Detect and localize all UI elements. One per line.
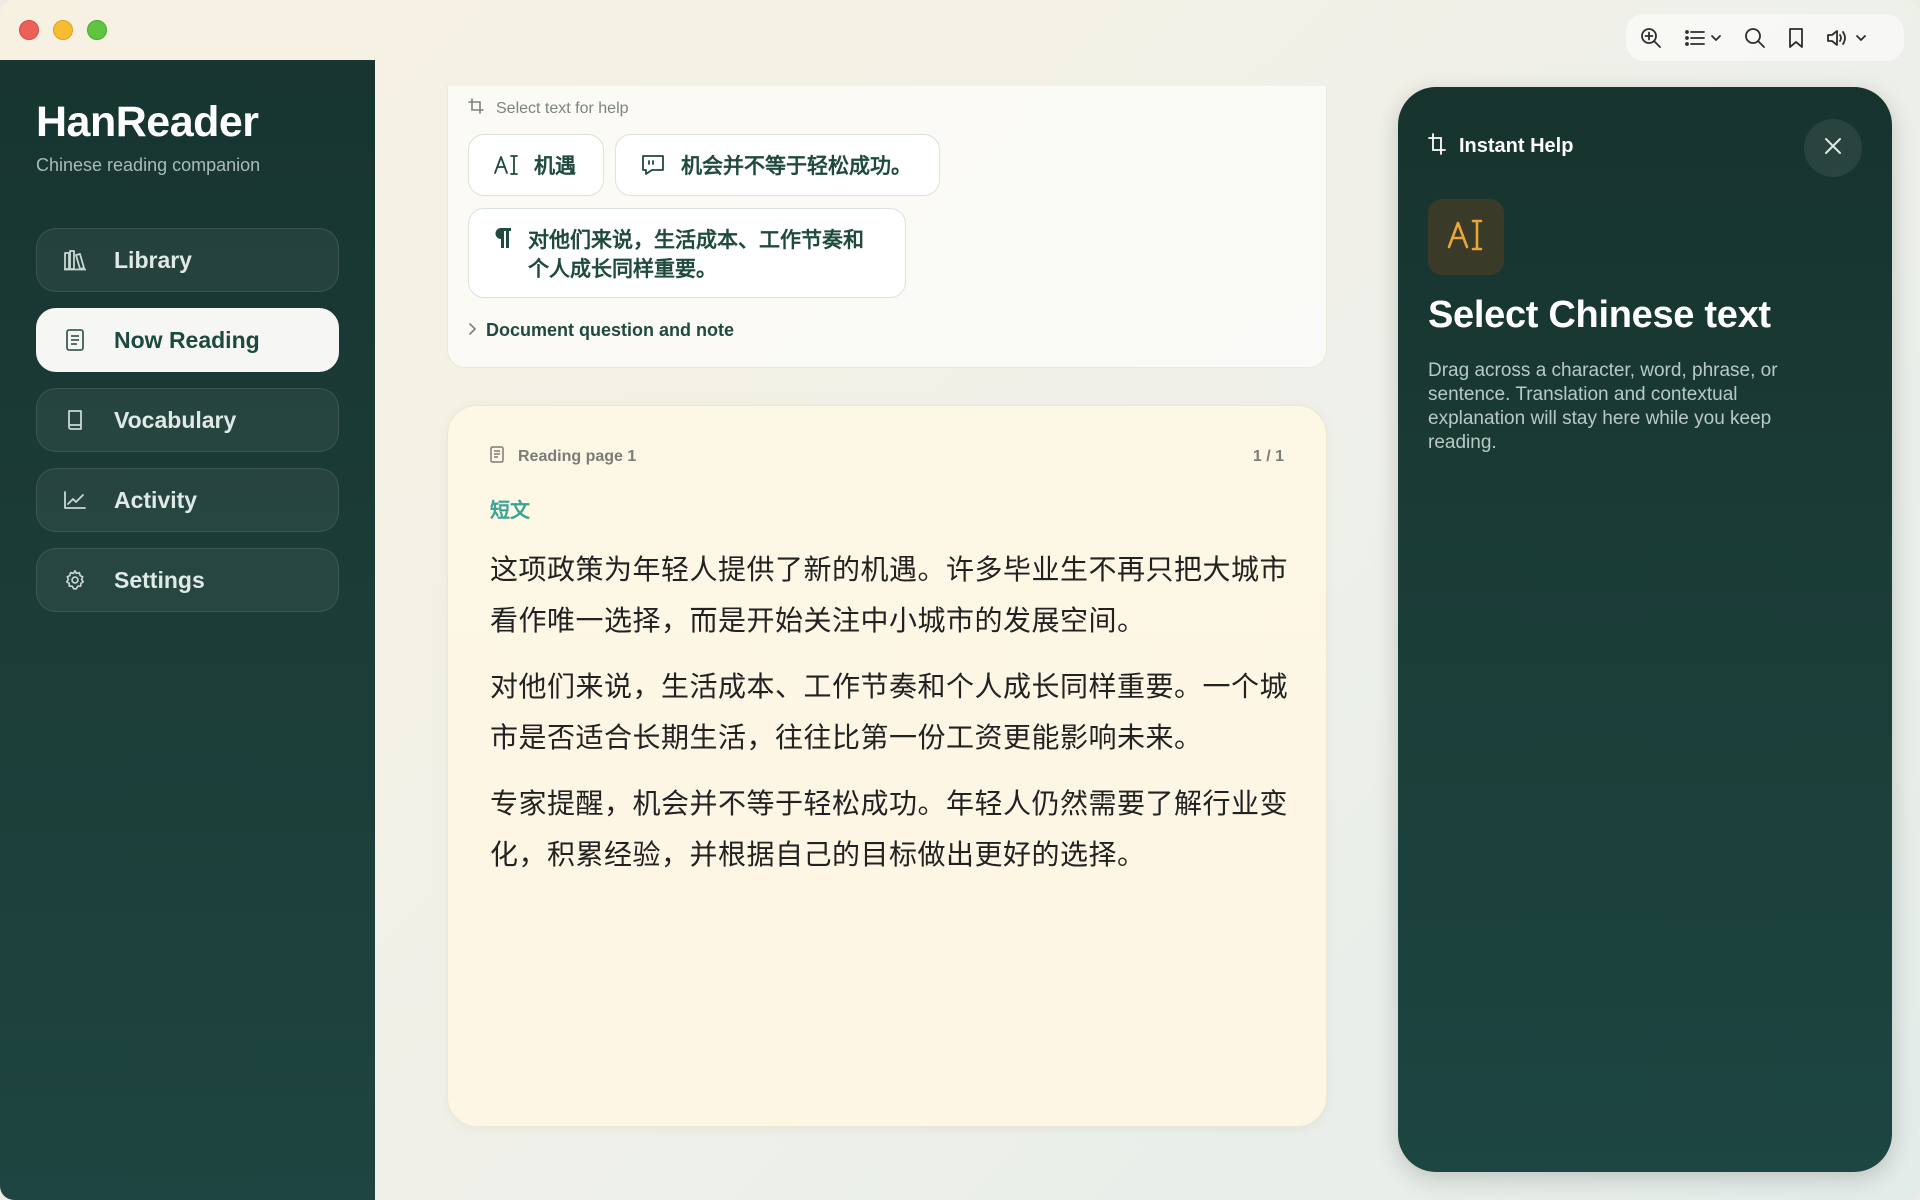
books-icon [63,248,87,272]
pilcrow-icon [493,226,513,250]
app-window: HanReader Chinese reading companion Libr… [0,0,1920,1200]
reader-toolbar [1626,14,1904,61]
document-icon [63,328,87,352]
sidebar-item-label: Library [114,246,192,273]
reading-paragraph[interactable]: 这项政策为年轻人提供了新的机遇。许多毕业生不再只把大城市看作唯一选择，而是开始关… [490,544,1290,646]
instant-help-header: Instant Help [1428,133,1573,160]
text-category-tag: 短文 [490,500,530,522]
zoom-in-icon[interactable] [1640,23,1662,53]
speaker-icon[interactable] [1826,23,1868,53]
paragraph-suggestion-chip[interactable]: 对他们来说，生活成本、工作节奏和个人成长同样重要。 [468,208,906,298]
sidebar-item-label: Vocabulary [114,406,237,433]
reading-paragraph[interactable]: 专家提醒，机会并不等于轻松成功。年轻人仍然需要了解行业变化，积累经验，并根据自己… [490,778,1290,880]
quote-bubble-icon [640,153,666,177]
page-icon [490,446,504,468]
sidebar-item-label: Now Reading [114,326,260,353]
window-close-button[interactable] [19,20,39,40]
instant-help-description: Drag across a character, word, phrase, o… [1428,360,1778,453]
bookmark-icon[interactable] [1788,23,1804,53]
sidebar-item-label: Activity [114,486,198,513]
close-icon [1824,137,1842,160]
text-select-badge [1428,199,1504,275]
document-note-toggle[interactable]: Document question and note [468,320,734,341]
book-icon [63,408,87,432]
word-suggestion-chip[interactable]: 机遇 [468,134,604,196]
text-cursor-icon [1446,217,1486,258]
sidebar-item-label: Settings [114,566,205,593]
gear-icon [63,568,87,592]
sidebar-item-now-reading[interactable]: Now Reading [36,308,339,372]
crop-icon [1428,133,1446,160]
word-chip-label: 机遇 [534,155,576,178]
instant-help-title: Instant Help [1459,135,1574,157]
selection-helper-label: Select text for help [496,99,629,117]
app-title: HanReader [36,98,259,146]
chevron-right-icon [468,322,476,340]
crop-icon [468,98,484,119]
sentence-suggestion-chip[interactable]: 机会并不等于轻松成功。 [615,134,940,196]
instant-help-heading: Select Chinese text [1428,294,1771,336]
reading-paragraph[interactable]: 对他们来说，生活成本、工作节奏和个人成长同样重要。一个城市是否适合长期生活，往往… [490,661,1290,763]
reading-header: Reading page 1 [490,446,636,468]
document-note-label: Document question and note [486,320,735,340]
selection-helper-header: Select text for help [468,98,629,119]
sidebar-item-vocabulary[interactable]: Vocabulary [36,388,339,452]
list-icon[interactable] [1684,23,1722,53]
page-counter: 1 / 1 [1252,448,1284,465]
reading-card: Reading page 1 1 / 1 短文 这项政策为年轻人提供了新的机遇。… [447,405,1327,1127]
window-minimize-button[interactable] [53,20,73,40]
sidebar-item-activity[interactable]: Activity [36,468,339,532]
paragraph-chip-label: 对他们来说，生活成本、工作节奏和个人成长同样重要。 [528,229,864,281]
chart-icon [63,488,87,512]
brand: HanReader Chinese reading companion [36,98,260,176]
text-cursor-icon [493,153,519,177]
sentence-chip-label: 机会并不等于轻松成功。 [681,155,912,178]
window-maximize-button[interactable] [87,20,107,40]
instant-help-panel: Instant Help Select Chinese text Drag ac… [1398,87,1892,1172]
close-panel-button[interactable] [1804,119,1862,177]
reading-page-label: Reading page 1 [518,448,637,465]
search-icon[interactable] [1744,23,1766,53]
sidebar-nav: Library Now Reading Vocabulary Activity … [36,228,339,628]
sidebar-item-settings[interactable]: Settings [36,548,339,612]
app-subtitle: Chinese reading companion [36,155,261,175]
reading-text[interactable]: 这项政策为年轻人提供了新的机遇。许多毕业生不再只把大城市看作唯一选择，而是开始关… [490,544,1290,895]
sidebar: HanReader Chinese reading companion Libr… [0,60,375,1200]
sidebar-item-library[interactable]: Library [36,228,339,292]
selection-helper-card: Select text for help 机遇 机会并不等于轻松成功。 对他们来… [447,86,1327,368]
window-controls [19,20,107,40]
